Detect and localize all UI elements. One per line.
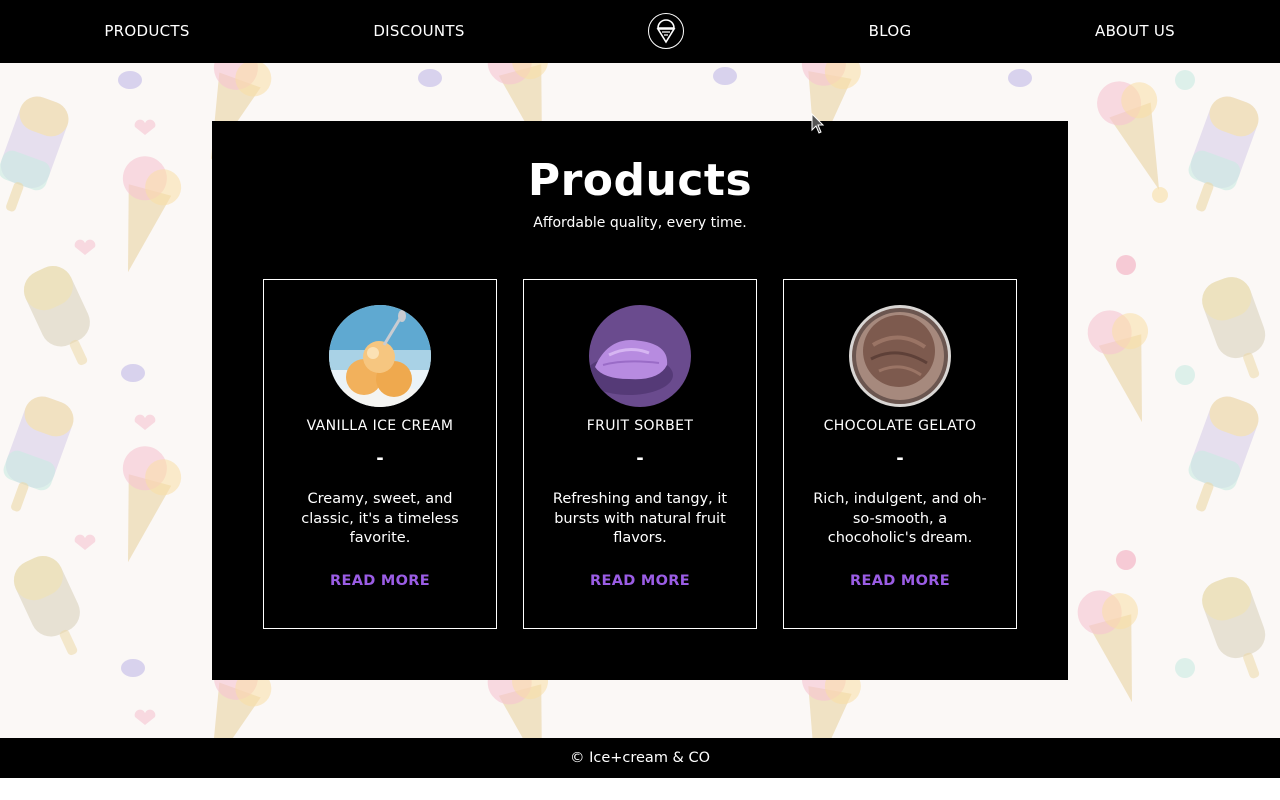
footer: © Ice+cream & CO: [0, 738, 1280, 778]
product-name: VANILLA ICE CREAM: [306, 418, 454, 434]
product-description: Creamy, sweet, and classic, it's a timel…: [301, 491, 459, 546]
product-description: Refreshing and tangy, it bursts with nat…: [552, 491, 728, 546]
product-divider: -: [896, 448, 904, 469]
product-card-sorbet: FRUIT SORBET - Refreshing and tangy, it …: [523, 279, 757, 629]
product-divider: -: [636, 448, 644, 469]
mouse-cursor-icon: [811, 112, 825, 139]
nav-link-about-us[interactable]: ABOUT US: [1095, 0, 1175, 63]
read-more-link-sorbet[interactable]: READ MORE: [524, 573, 756, 589]
chocolate-gelato-photo: [849, 305, 951, 407]
read-more-link-vanilla[interactable]: READ MORE: [264, 573, 496, 589]
top-navigation: PRODUCTS DISCOUNTS BLOG ABOUT US: [0, 0, 1280, 63]
product-name: FRUIT SORBET: [586, 418, 694, 434]
vanilla-ice-cream-photo: [329, 305, 431, 407]
nav-link-products[interactable]: PRODUCTS: [104, 0, 189, 63]
page-title: Products: [527, 155, 753, 206]
nav-link-blog[interactable]: BLOG: [869, 0, 912, 63]
nav-link-discounts[interactable]: DISCOUNTS: [373, 0, 464, 63]
ice-cream-cone-icon[interactable]: [648, 13, 684, 49]
product-description: Rich, indulgent, and oh-so-smooth, a cho…: [813, 491, 987, 546]
page-bottom-strip: [0, 778, 1280, 800]
footer-copyright: © Ice+cream & CO: [569, 750, 711, 766]
product-divider: -: [376, 448, 384, 469]
product-name: CHOCOLATE GELATO: [823, 418, 977, 434]
read-more-link-gelato[interactable]: READ MORE: [784, 573, 1016, 589]
products-panel: Products Affordable quality, every time.…: [212, 121, 1068, 680]
page-subtitle: Affordable quality, every time.: [533, 215, 747, 231]
product-card-gelato: CHOCOLATE GELATO - Rich, indulgent, and …: [783, 279, 1017, 629]
product-card-vanilla: VANILLA ICE CREAM - Creamy, sweet, and c…: [263, 279, 497, 629]
fruit-sorbet-photo: [589, 305, 691, 407]
